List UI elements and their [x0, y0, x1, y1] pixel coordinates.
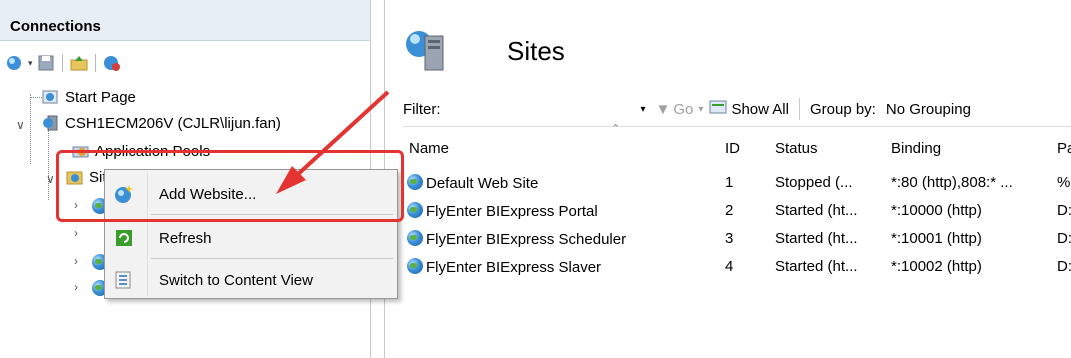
site-name: FlyEnter BIExpress Scheduler: [426, 231, 627, 248]
menu-item-label: Refresh: [159, 230, 212, 247]
menu-item-label: Switch to Content View: [159, 272, 313, 289]
collapse-icon[interactable]: ∨: [46, 172, 55, 186]
show-all-icon: [709, 99, 727, 119]
site-path: D:: [1057, 230, 1071, 247]
column-header-status[interactable]: Status: [775, 140, 818, 157]
column-header-id[interactable]: ID: [725, 140, 740, 157]
site-binding: *:10000 (http): [891, 202, 982, 219]
tree-item-start-page[interactable]: Start Page: [42, 86, 136, 108]
content-view-icon: [114, 270, 134, 290]
menu-item-refresh[interactable]: Refresh: [105, 222, 397, 254]
toolbar-separator: [94, 54, 96, 72]
site-globe-icon: [407, 202, 423, 218]
column-header-binding[interactable]: Binding: [891, 140, 941, 157]
tree-item-label: Start Page: [65, 88, 136, 106]
site-id: 2: [725, 202, 734, 219]
tree-item-label: CSH1ECM206V (CJLR\lijun.fan): [65, 114, 281, 132]
refresh-icon: [114, 228, 134, 248]
sites-pane: Sites Filter: ▾ ▼ Go ▾ Show All Group by…: [384, 0, 1071, 358]
connections-title: Connections: [10, 18, 101, 35]
column-header-path[interactable]: Pa: [1057, 140, 1071, 157]
site-id: 4: [725, 258, 734, 275]
site-binding: *:10001 (http): [891, 230, 982, 247]
page-title: Sites: [507, 36, 565, 66]
collapse-icon[interactable]: ∨: [16, 118, 25, 132]
column-header-name[interactable]: Name: [409, 140, 449, 157]
site-name: FlyEnter BIExpress Slaver: [426, 259, 602, 276]
connect-icon[interactable]: [6, 54, 24, 72]
site-globe-icon: [407, 230, 423, 246]
site-binding: *:10002 (http): [891, 258, 982, 275]
show-all-label: Show All: [731, 100, 789, 118]
sort-ascending-icon: ⌃: [611, 123, 621, 135]
site-status: Started (ht...: [775, 230, 858, 247]
toolbar-separator: [61, 54, 63, 72]
site-id: 1: [725, 174, 734, 191]
go-dropdown-icon[interactable]: ▾: [698, 104, 703, 115]
filter-dropdown-icon[interactable]: ▾: [641, 104, 646, 115]
up-folder-icon[interactable]: [70, 54, 88, 72]
site-binding: *:80 (http),808:* ...: [891, 174, 1013, 191]
site-name: FlyEnter BIExpress Portal: [426, 203, 598, 220]
go-button[interactable]: ▼ Go ▾: [656, 101, 704, 118]
site-name: Default Web Site: [426, 175, 539, 192]
expand-icon[interactable]: ›: [74, 254, 78, 268]
menu-item-switch-content-view[interactable]: Switch to Content View: [105, 264, 397, 296]
toolbar-separator: [798, 98, 800, 120]
menu-separator: [151, 258, 393, 259]
save-icon[interactable]: [37, 54, 55, 72]
disconnect-icon[interactable]: [103, 54, 121, 72]
tree-item-server[interactable]: CSH1ECM206V (CJLR\lijun.fan): [42, 112, 281, 134]
site-status: Started (ht...: [775, 202, 858, 219]
table-row[interactable]: FlyEnter BIExpress Scheduler 3 Started (…: [403, 226, 1071, 254]
tree-line: [30, 94, 31, 164]
annotation-highlight-box: [56, 150, 404, 222]
connections-toolbar: ▾: [6, 52, 121, 74]
filter-label: Filter:: [403, 100, 441, 118]
go-label: Go: [673, 100, 694, 118]
site-globe-icon: [407, 174, 423, 190]
table-row[interactable]: Default Web Site 1 Stopped (... *:80 (ht…: [403, 170, 1071, 198]
site-status: Started (ht...: [775, 258, 858, 275]
dropdown-arrow-icon[interactable]: ▾: [28, 58, 33, 69]
site-path: D:: [1057, 202, 1071, 219]
site-path: D:: [1057, 258, 1071, 275]
start-page-icon: [42, 89, 60, 105]
funnel-icon: ▼: [655, 100, 671, 118]
server-icon: [42, 115, 60, 131]
table-row[interactable]: FlyEnter BIExpress Slaver 4 Started (ht.…: [403, 254, 1071, 282]
site-globe-icon: [407, 258, 423, 274]
filter-bar: Filter: ▾ ▼ Go ▾ Show All Group by: No G…: [403, 92, 1071, 127]
site-id: 3: [725, 230, 734, 247]
table-row[interactable]: FlyEnter BIExpress Portal 2 Started (ht.…: [403, 198, 1071, 226]
sites-header-icon: [403, 28, 447, 72]
site-path: %: [1057, 174, 1071, 191]
site-status: Stopped (...: [775, 174, 853, 191]
group-by-select[interactable]: No Grouping: [886, 101, 971, 118]
show-all-button[interactable]: Show All: [709, 99, 789, 119]
connections-header: Connections: [0, 0, 370, 41]
group-by-label: Group by:: [809, 100, 876, 118]
tree-line: [48, 130, 49, 200]
expand-icon[interactable]: ›: [74, 226, 78, 240]
expand-icon[interactable]: ›: [74, 280, 78, 294]
filter-input[interactable]: [448, 96, 633, 122]
